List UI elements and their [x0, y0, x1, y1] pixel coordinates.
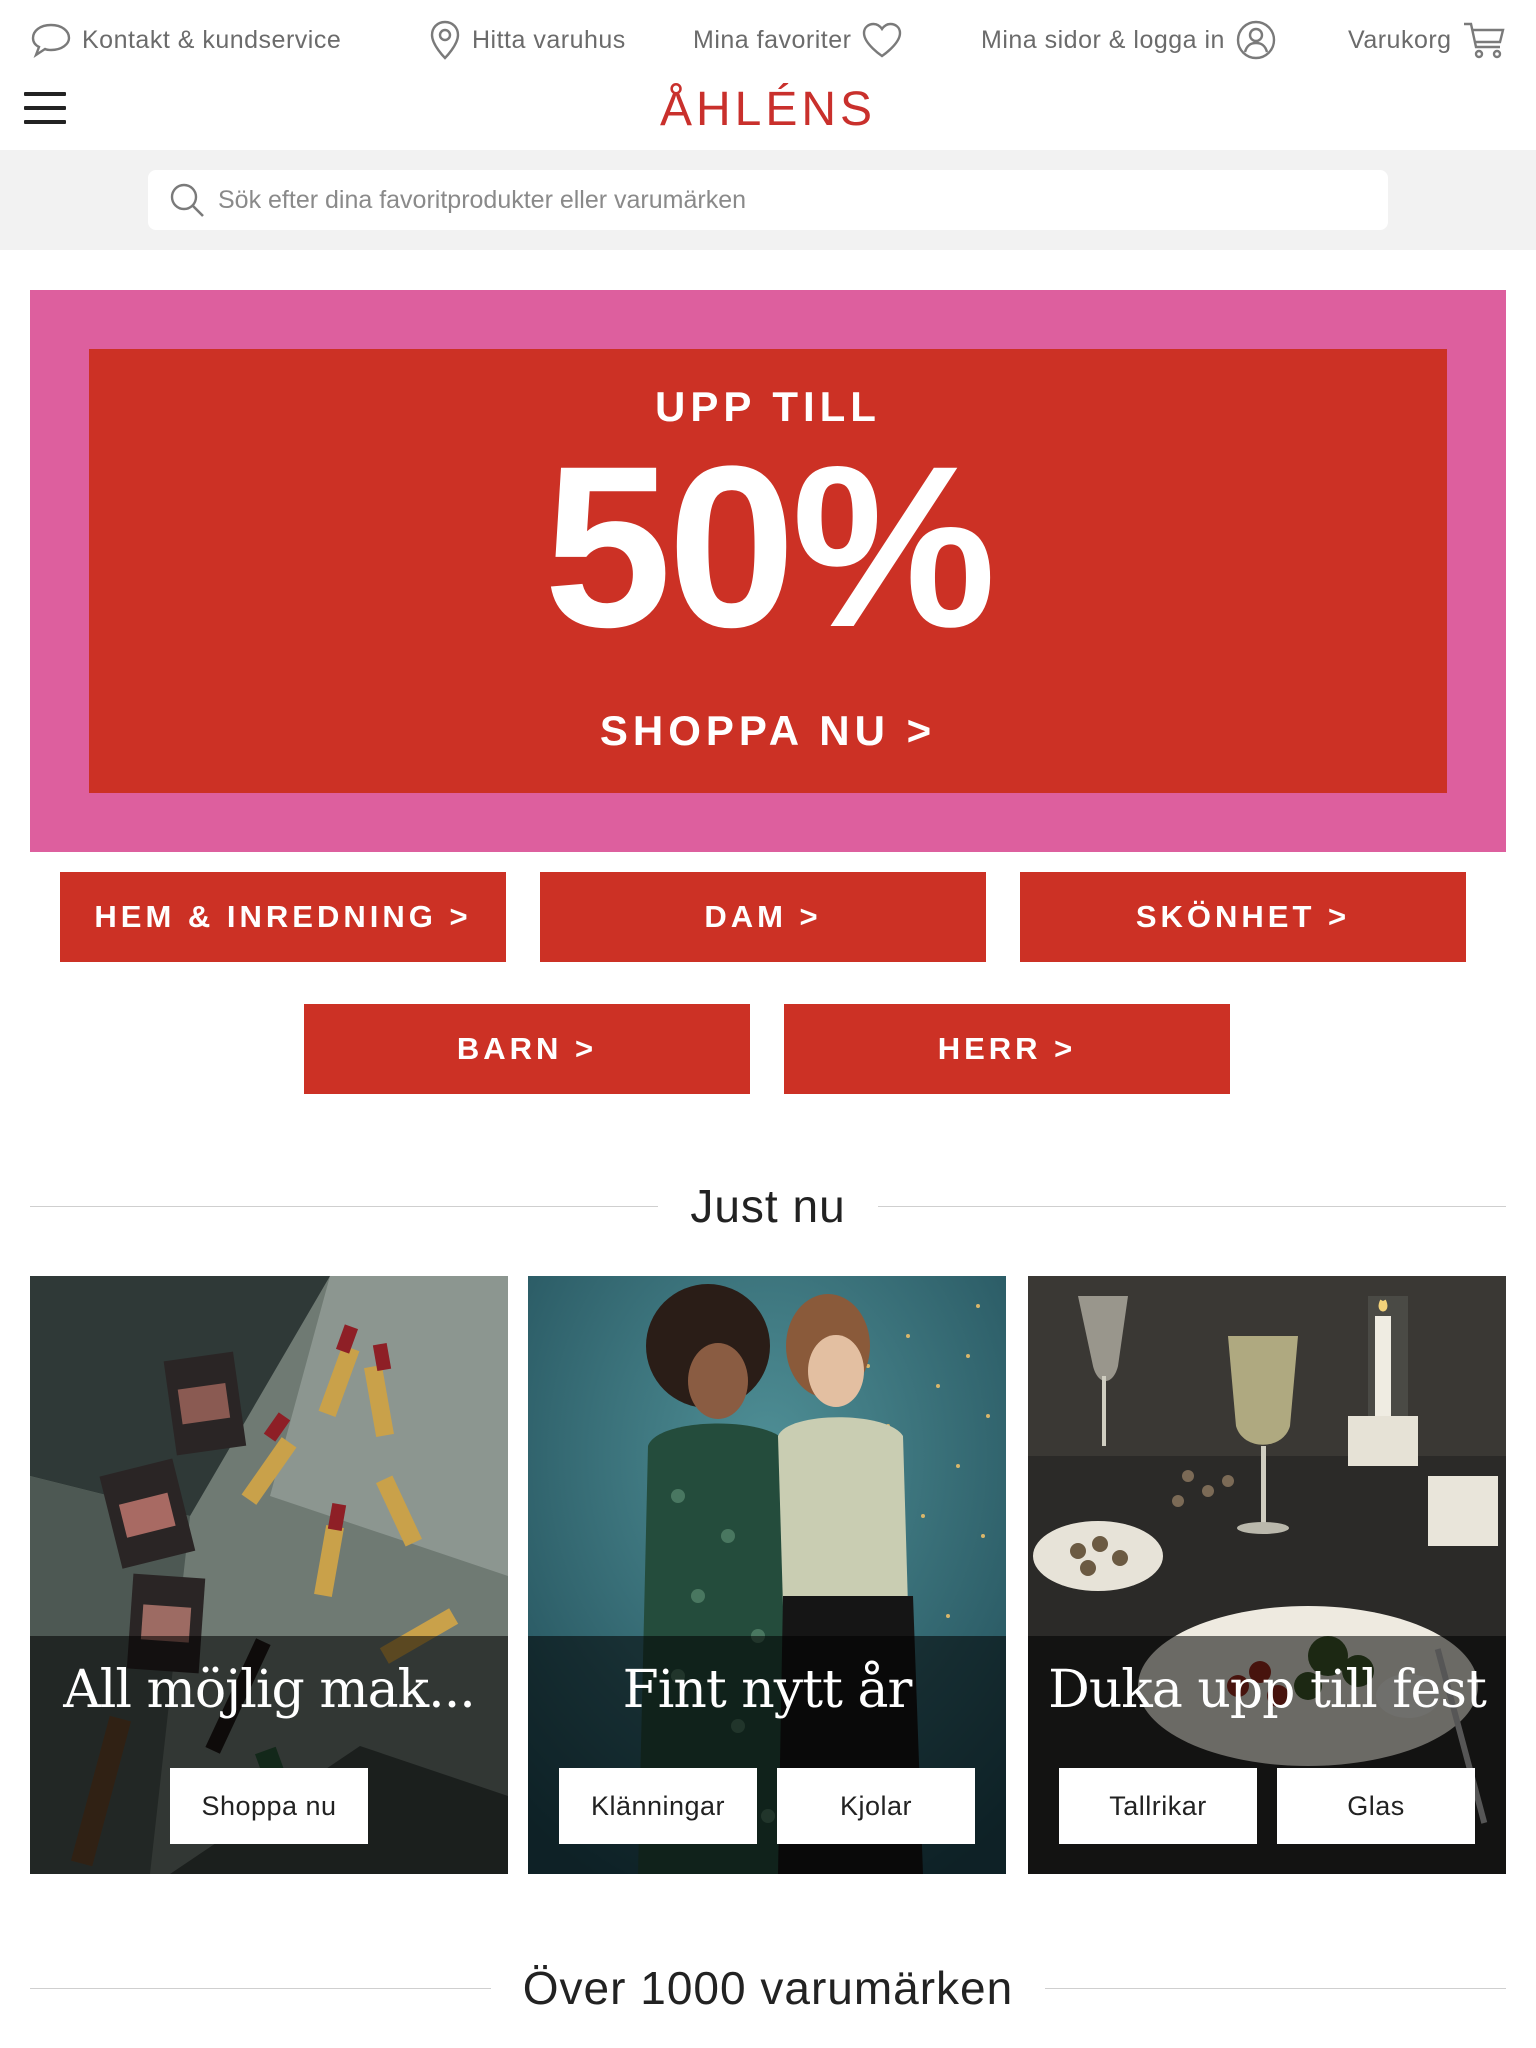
favorites-label: Mina favoriter	[693, 25, 852, 54]
category-women-button[interactable]: DAM >	[540, 872, 986, 962]
tile-title: All möjlig mak...	[63, 1660, 476, 1720]
hero-panel[interactable]: UPP TILL 50% SHOPPA NU >	[89, 349, 1447, 793]
category-kids-button[interactable]: BARN >	[304, 1004, 750, 1094]
utility-bar: Kontakt & kundservice Hitta varuhus Mina…	[0, 0, 1536, 80]
contact-link[interactable]: Kontakt & kundservice	[30, 18, 341, 62]
heart-icon	[863, 22, 902, 58]
dresses-button[interactable]: Klänningar	[559, 1768, 757, 1844]
account-link[interactable]: Mina sidor & logga in	[981, 18, 1277, 62]
brands-heading: Över 1000 varumärken	[30, 1958, 1507, 2018]
brands-title: Över 1000 varumärken	[522, 1962, 1014, 2014]
search-input[interactable]	[218, 185, 1368, 215]
search-box[interactable]	[148, 170, 1388, 230]
tile-makeup[interactable]: All möjlig mak... Shoppa nu	[30, 1276, 508, 1874]
just-now-heading: Just nu	[30, 1176, 1506, 1236]
shop-now-button[interactable]: Shoppa nu	[170, 1768, 368, 1844]
cart-link[interactable]: Varukorg	[1348, 18, 1506, 62]
find-store-label: Hitta varuhus	[472, 25, 626, 54]
search-band	[0, 150, 1536, 250]
category-men-button[interactable]: HERR >	[784, 1004, 1230, 1094]
map-pin-icon	[430, 20, 460, 60]
user-icon	[1236, 20, 1276, 60]
cart-label: Varukorg	[1348, 25, 1452, 54]
tile-title: Duka upp till fest	[1048, 1660, 1487, 1720]
glasses-button[interactable]: Glas	[1277, 1768, 1475, 1844]
hero-headline: 50%	[543, 418, 996, 675]
category-home-button[interactable]: HEM & INREDNING >	[60, 872, 506, 962]
contact-label: Kontakt & kundservice	[82, 25, 342, 54]
chat-bubble-icon	[31, 23, 71, 59]
just-now-title: Just nu	[690, 1180, 846, 1232]
search-icon	[170, 183, 204, 217]
site-logo[interactable]: ÅHLÉNS	[0, 80, 1536, 140]
tile-new-year[interactable]: Fint nytt år Klänningar Kjolar	[528, 1276, 1006, 1874]
hero-banner: UPP TILL 50% SHOPPA NU >	[30, 290, 1506, 852]
tile-party-table[interactable]: Duka upp till fest Tallrikar Glas	[1028, 1276, 1506, 1874]
shopping-cart-icon	[1463, 22, 1505, 59]
find-store-link[interactable]: Hitta varuhus	[428, 18, 626, 62]
account-label: Mina sidor & logga in	[981, 25, 1225, 54]
tile-title: Fint nytt år	[622, 1660, 913, 1720]
skirts-button[interactable]: Kjolar	[777, 1768, 975, 1844]
favorites-link[interactable]: Mina favoriter	[693, 18, 903, 62]
plates-button[interactable]: Tallrikar	[1059, 1768, 1257, 1844]
category-beauty-button[interactable]: SKÖNHET >	[1020, 872, 1466, 962]
hero-shop-now[interactable]: SHOPPA NU >	[89, 707, 1447, 755]
